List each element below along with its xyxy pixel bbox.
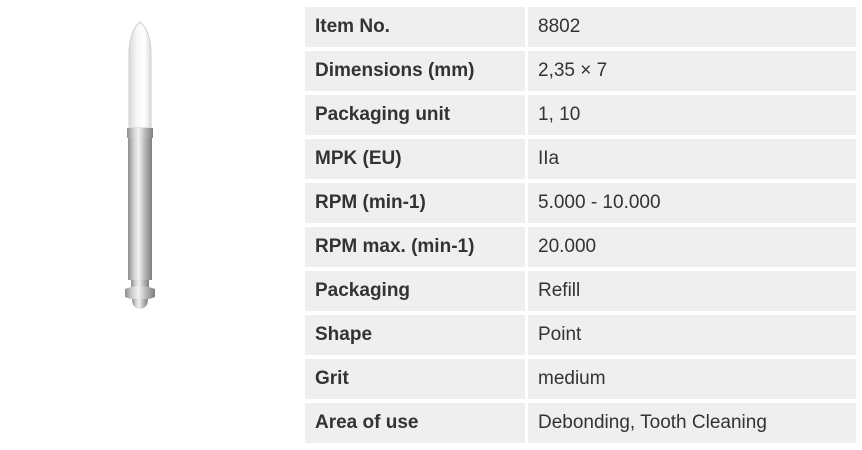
spec-value: 20.000	[528, 227, 856, 267]
spec-label: Area of use	[305, 403, 525, 443]
spec-row-packaging: Packaging Refill	[305, 269, 857, 313]
spec-row-packaging-unit: Packaging unit 1, 10	[305, 93, 857, 137]
spec-table: Item No. 8802 Dimensions (mm) 2,35 × 7 P…	[305, 5, 857, 445]
product-image	[112, 16, 168, 316]
spec-value: Point	[528, 315, 856, 355]
spec-row-mpk: MPK (EU) IIa	[305, 137, 857, 181]
spec-value: Refill	[528, 271, 856, 311]
spec-row-rpm: RPM (min-1) 5.000 - 10.000	[305, 181, 857, 225]
spec-label: RPM max. (min-1)	[305, 227, 525, 267]
spec-label: MPK (EU)	[305, 139, 525, 179]
spec-label: Packaging unit	[305, 95, 525, 135]
spec-row-dimensions: Dimensions (mm) 2,35 × 7	[305, 49, 857, 93]
polishing-point-bur-icon	[125, 21, 155, 309]
spec-value: 1, 10	[528, 95, 856, 135]
spec-label: Packaging	[305, 271, 525, 311]
spec-row-rpm-max: RPM max. (min-1) 20.000	[305, 225, 857, 269]
spec-row-grit: Grit medium	[305, 357, 857, 401]
spec-label: Item No.	[305, 7, 525, 47]
spec-value: 8802	[528, 7, 856, 47]
spec-value: 5.000 - 10.000	[528, 183, 856, 223]
spec-label: Grit	[305, 359, 525, 399]
spec-label: Shape	[305, 315, 525, 355]
spec-row-area-of-use: Area of use Debonding, Tooth Cleaning	[305, 401, 857, 445]
spec-row-item-no: Item No. 8802	[305, 5, 857, 49]
spec-row-shape: Shape Point	[305, 313, 857, 357]
spec-value: medium	[528, 359, 856, 399]
spec-value: 2,35 × 7	[528, 51, 856, 91]
spec-label: Dimensions (mm)	[305, 51, 525, 91]
spec-value: IIa	[528, 139, 856, 179]
spec-label: RPM (min-1)	[305, 183, 525, 223]
spec-value: Debonding, Tooth Cleaning	[528, 403, 856, 443]
